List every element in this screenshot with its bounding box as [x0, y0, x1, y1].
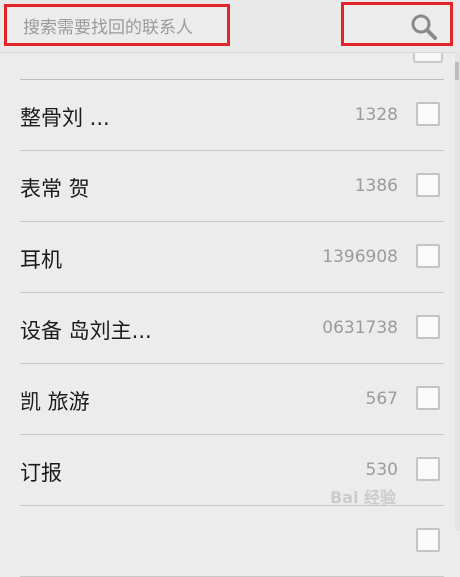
list-item[interactable] — [20, 506, 444, 577]
select-checkbox[interactable] — [416, 102, 440, 126]
select-checkbox[interactable] — [416, 386, 440, 410]
list-item[interactable]: 整骨刘 ... 1328 — [20, 80, 444, 151]
search-input[interactable]: 搜索需要找回的联系人 — [4, 4, 230, 46]
contact-phone: 1396908 — [322, 247, 398, 267]
contact-name: 凯 旅游 — [20, 390, 90, 414]
contact-name: 订报 — [20, 461, 62, 485]
list-item[interactable]: 凯 旅游 567 — [20, 364, 444, 435]
search-bar: 搜索需要找回的联系人 — [0, 0, 460, 53]
contact-phone: 0631738 — [322, 318, 398, 338]
list-item[interactable]: 耳机 1396908 — [20, 222, 444, 293]
search-icon — [411, 14, 437, 40]
contact-phone: 1328 — [354, 105, 398, 125]
scrollbar-track[interactable] — [455, 52, 460, 531]
contact-name: 设备 岛刘主... — [20, 319, 152, 343]
select-checkbox[interactable] — [416, 173, 440, 197]
watermark: Bai 经验 — [330, 488, 397, 507]
partial-checkbox[interactable] — [413, 53, 443, 63]
select-checkbox[interactable] — [416, 528, 440, 552]
scrollbar-thumb[interactable] — [455, 62, 459, 80]
list-item[interactable]: 表常 贺 1386 — [20, 151, 444, 222]
select-checkbox[interactable] — [416, 244, 440, 268]
contact-phone: 1386 — [354, 176, 398, 196]
contact-phone: 530 — [365, 460, 398, 480]
contact-name: 整骨刘 ... — [20, 106, 110, 130]
contact-name: 耳机 — [20, 248, 62, 272]
contact-phone: 567 — [365, 389, 398, 409]
contact-name: 表常 贺 — [20, 177, 90, 201]
select-checkbox[interactable] — [416, 457, 440, 481]
search-placeholder: 搜索需要找回的联系人 — [23, 17, 193, 38]
search-button[interactable] — [341, 2, 453, 46]
select-checkbox[interactable] — [416, 315, 440, 339]
list-item[interactable]: 设备 岛刘主... 0631738 — [20, 293, 444, 364]
